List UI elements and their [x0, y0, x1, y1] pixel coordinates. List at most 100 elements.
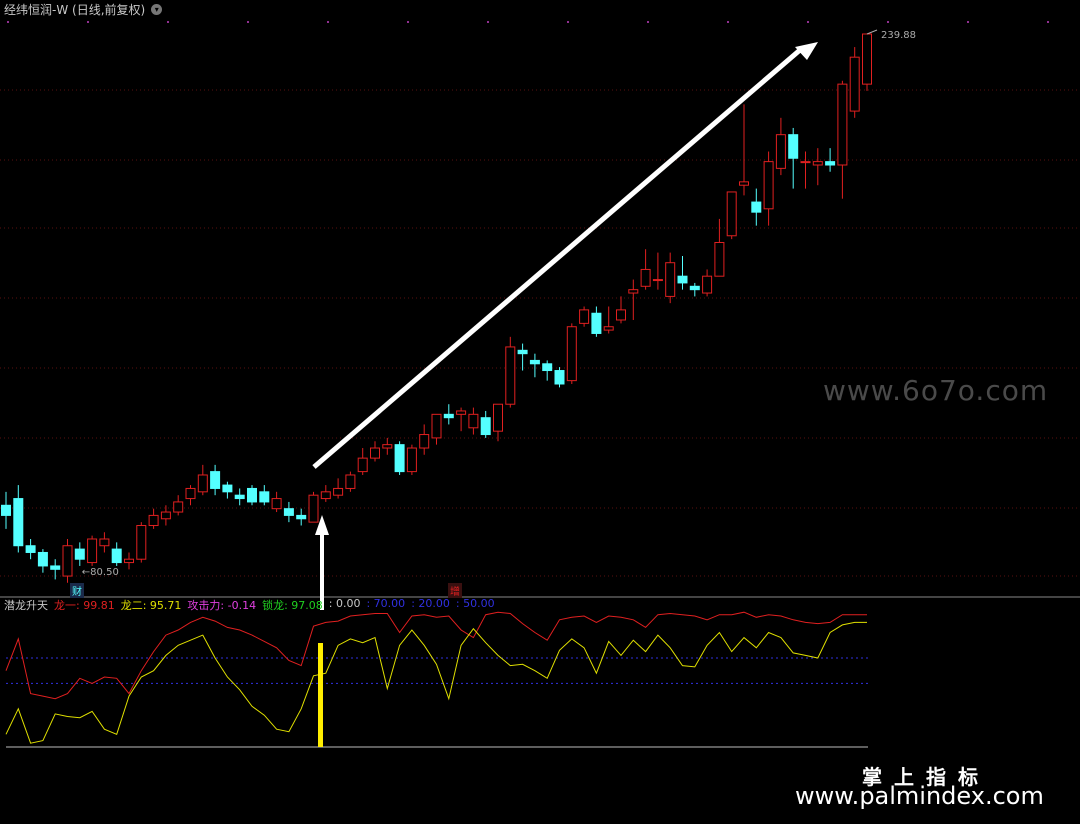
watermark-site2: www.palmindex.com: [795, 782, 1044, 810]
indicator-item-3: 锁龙: 97.08: [262, 599, 323, 612]
trend-arrow-shaft: [312, 48, 802, 469]
candle-body: [788, 134, 799, 159]
candle-body: [763, 161, 774, 210]
candle-body: [210, 471, 221, 489]
candle-body: [124, 558, 134, 564]
candle-body: [136, 525, 147, 560]
candle-body: [394, 444, 405, 473]
candle-body: [185, 487, 196, 500]
candle-body: [333, 487, 344, 496]
candle-body: [665, 262, 676, 297]
candle-body: [862, 33, 872, 85]
candle-body: [554, 370, 565, 385]
candle-body: [566, 326, 577, 382]
candle-body: [775, 134, 786, 169]
candle-body: [542, 363, 553, 372]
indicator-item-5: : 70.00: [366, 597, 406, 610]
candle-body: [591, 312, 602, 334]
candle-body: [74, 548, 85, 560]
candle-body: [837, 83, 848, 166]
price-label-high: 239.88: [881, 30, 916, 41]
indicator-legend: 潜龙升天 龙一: 99.81 龙二: 95.71 攻击力: -0.14 锁龙: …: [4, 597, 495, 613]
candle-body: [493, 403, 503, 432]
signal-bar: [318, 643, 323, 747]
candle-body: [111, 548, 122, 564]
candle-body: [739, 181, 749, 186]
candle-body: [1, 504, 11, 516]
candle-body: [800, 161, 811, 164]
candle-body: [456, 410, 467, 415]
indicator-name: 潜龙升天: [4, 599, 48, 612]
candle-body: [345, 474, 356, 489]
candle-body: [357, 457, 368, 473]
indicator-item-7: : 50.00: [455, 597, 495, 610]
price-label-low: ←80.50: [82, 567, 119, 578]
candle-body: [579, 309, 590, 324]
grid-dot: [487, 21, 489, 23]
candle-body: [148, 514, 159, 527]
grid-dot: [1047, 21, 1049, 23]
grid-dot: [407, 21, 409, 23]
candle-body: [173, 501, 184, 513]
grid-dot: [7, 21, 9, 23]
candle-body: [616, 309, 626, 321]
candle-body: [677, 275, 688, 284]
candle-body: [825, 161, 836, 166]
grid-dot: [327, 21, 329, 23]
candle-body: [87, 538, 98, 564]
candle-body: [849, 56, 860, 112]
candle-body: [25, 545, 36, 553]
candle-body: [320, 491, 331, 500]
candle-body: [406, 447, 417, 473]
marker-cai: 财: [70, 583, 84, 598]
candle-body: [247, 487, 257, 503]
candle-body: [382, 444, 393, 449]
candle-body: [222, 484, 233, 493]
grid-dot: [167, 21, 169, 23]
chart-canvas: 239.88 ←80.50: [0, 21, 1080, 748]
candle-body: [50, 565, 61, 570]
candle-body: [751, 201, 762, 213]
grid-dot: [807, 21, 809, 23]
candle-body: [603, 326, 614, 331]
candle-body: [197, 474, 208, 493]
candle-body: [160, 511, 171, 520]
candle-body: [271, 498, 282, 510]
grid-dot: [567, 21, 569, 23]
watermark-site1: www.6o7o.com: [823, 374, 1049, 407]
high-pointer: [866, 29, 878, 35]
candle-body: [13, 498, 24, 547]
candle-body: [812, 161, 823, 166]
candle-body: [468, 413, 479, 429]
candle-body: [234, 494, 245, 500]
candle-body: [726, 191, 737, 237]
grid-dot: [727, 21, 729, 23]
candle-body: [296, 514, 307, 520]
grid-dot: [967, 21, 969, 23]
candle-body: [480, 417, 491, 436]
candle-body: [308, 494, 319, 523]
candle-body: [505, 346, 516, 405]
candle-body: [431, 413, 442, 439]
candle-body: [714, 241, 725, 277]
candle-body: [419, 434, 430, 449]
indicator-item-0: 龙一: 99.81: [54, 599, 115, 612]
indicator-item-6: : 20.00: [411, 597, 450, 610]
candle-body: [443, 413, 454, 419]
indicator-item-4: : 0.00: [328, 597, 361, 610]
grid-dot: [87, 21, 89, 23]
grid-dot: [887, 21, 889, 23]
candle-body: [259, 491, 270, 503]
marker-zeng: 增: [448, 583, 462, 598]
candle-body: [370, 447, 380, 459]
candle-body: [517, 349, 528, 355]
candle-body: [529, 359, 540, 365]
candle-body: [283, 508, 294, 516]
candle-body: [689, 285, 700, 291]
candle-body: [652, 279, 663, 282]
candle-body: [640, 268, 651, 287]
candle-body: [37, 551, 48, 567]
grid-dot: [247, 21, 249, 23]
candle-body: [62, 545, 73, 577]
grid-dot: [647, 21, 649, 23]
